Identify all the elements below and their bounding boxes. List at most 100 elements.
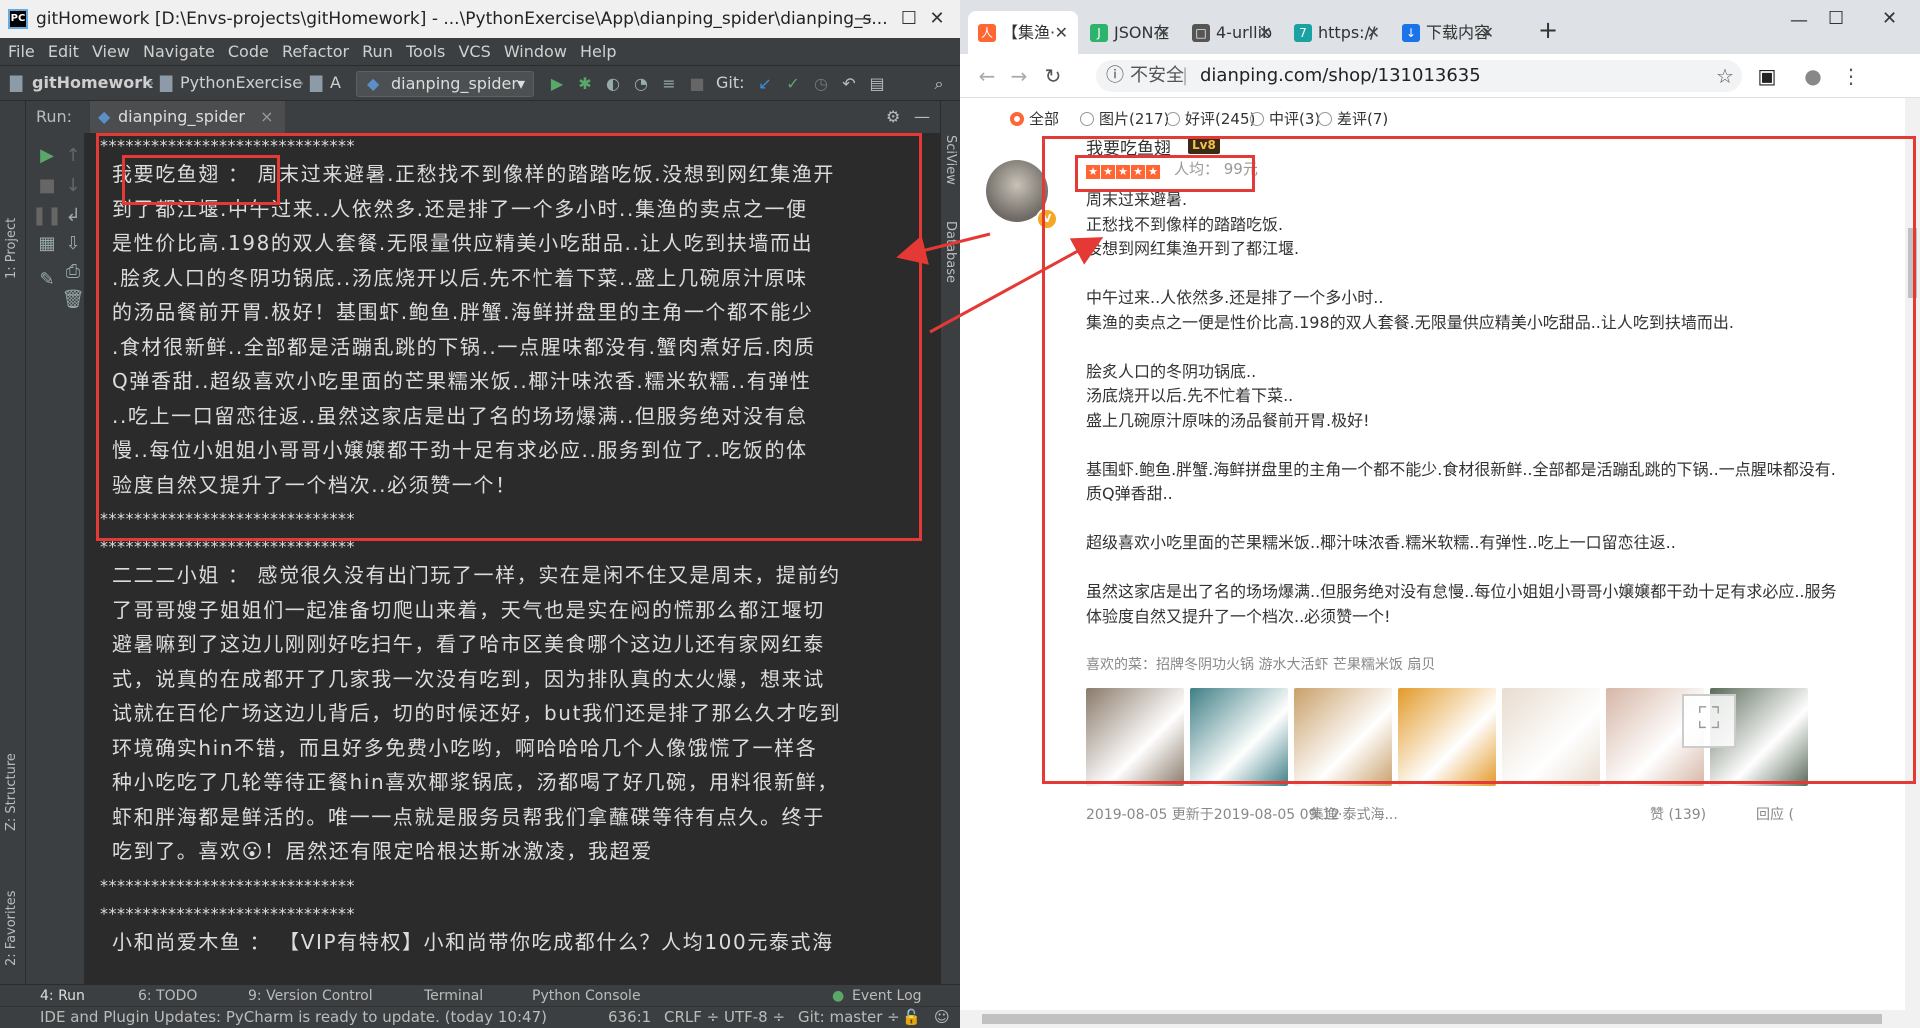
lock-icon[interactable]: 🔓 [902, 1007, 921, 1028]
menu-window[interactable]: Window [504, 38, 567, 65]
reply-button[interactable]: 回应 ( [1756, 804, 1794, 824]
rollback-icon[interactable]: ↶ [838, 73, 860, 95]
gear-icon[interactable]: ⚙ [886, 101, 900, 133]
profile-avatar-icon[interactable]: ● [1800, 64, 1826, 88]
filter-negative-label: 差评(7) [1337, 110, 1389, 128]
bottom-tab-event-log[interactable]: Event Log [852, 985, 922, 1007]
bottom-tab-run[interactable]: 4: Run [40, 985, 85, 1007]
breadcrumb-project[interactable]: gitHomework [32, 66, 153, 100]
browser-tab[interactable]: J JSON在 ✕ [1080, 11, 1180, 54]
file-encoding[interactable]: UTF-8 ÷ [724, 1007, 785, 1028]
close-icon[interactable]: ✕ [1882, 8, 1897, 29]
scrollbar-thumb[interactable] [982, 1014, 1882, 1024]
profile-icon[interactable]: ◔ [630, 73, 652, 95]
run-configuration-select[interactable]: ◆ dianping_spider ▾ [356, 71, 534, 97]
menu-view[interactable]: View [92, 38, 130, 65]
chevron-right-icon: › [298, 73, 305, 92]
folder-icon: ▇ [310, 73, 323, 92]
minimize-icon[interactable]: — [1790, 10, 1808, 31]
close-tab-icon[interactable]: ✕ [1157, 11, 1170, 54]
favorites-tool-tab[interactable]: 2: Favorites [4, 890, 19, 966]
git-update-icon[interactable]: ↙ [754, 73, 776, 95]
console-line: 避暑嘛到了这边儿刚刚好吃扫午，看了哈市区美食哪个这边儿还有家网红泰 [112, 632, 825, 656]
filter-photos[interactable]: 图片(217) [1080, 108, 1169, 129]
close-icon[interactable]: ✕ [914, 0, 960, 38]
inspector-icon[interactable]: ☺ [934, 1007, 950, 1028]
review-shop[interactable]: 集渔·泰式海... [1310, 804, 1398, 824]
hide-panel-icon[interactable]: — [914, 101, 930, 133]
filter-negative[interactable]: 差评(7) [1318, 108, 1388, 129]
extension-icon[interactable]: ▣ [1754, 64, 1780, 88]
close-tab-icon[interactable]: ✕ [1481, 11, 1494, 54]
close-tab-icon[interactable]: ✕ [1055, 11, 1068, 54]
menu-help[interactable]: Help [580, 38, 616, 65]
favicon-icon: J [1090, 24, 1108, 42]
filter-neutral[interactable]: 中评(3) [1250, 108, 1320, 129]
bottom-tab-python-console[interactable]: Python Console [532, 985, 641, 1007]
stop-icon[interactable]: ■ [686, 73, 708, 95]
breadcrumb-folder[interactable]: PythonExercise [180, 66, 302, 100]
address-bar[interactable]: ⓘ 不安全 | dianping.com/shop/131013635 [1096, 60, 1742, 92]
bottom-tab-todo[interactable]: 6: TODO [138, 985, 197, 1007]
like-button[interactable]: 赞 (139) [1650, 804, 1706, 824]
breadcrumb-app[interactable]: A [330, 66, 341, 100]
browser-tab[interactable]: □ 4-urllib ✕ [1182, 11, 1282, 54]
reload-icon[interactable]: ↻ [1040, 64, 1066, 88]
sciview-tool-tab[interactable]: SciView [943, 135, 958, 185]
run-icon[interactable]: ▶ [546, 73, 568, 95]
minimize-icon[interactable]: — [840, 0, 886, 38]
navigation-bar: ▇ gitHomework › ▇ PythonExercise › ▇ A ◆… [0, 65, 960, 101]
debug-icon[interactable]: ✱ [574, 73, 596, 95]
url-text[interactable]: dianping.com/shop/131013635 [1200, 60, 1481, 92]
menu-navigate[interactable]: Navigate [143, 38, 215, 65]
bookmark-star-icon[interactable]: ☆ [1712, 64, 1738, 88]
project-tool-tab[interactable]: 1: Project [4, 218, 19, 279]
status-message[interactable]: IDE and Plugin Updates: PyCharm is ready… [40, 1007, 547, 1028]
forward-icon[interactable]: → [1006, 64, 1032, 88]
settings-icon[interactable]: ▤ [866, 73, 888, 95]
database-tool-tab[interactable]: Database [943, 221, 958, 283]
cursor-position[interactable]: 636:1 [608, 1007, 651, 1028]
back-icon[interactable]: ← [974, 64, 1000, 88]
menu-vcs[interactable]: VCS [458, 38, 490, 65]
pin-icon[interactable]: ✎ [18, 269, 76, 290]
browser-tab[interactable]: 7 https://✕ [1284, 11, 1390, 54]
run-configuration-label: dianping_spider [391, 74, 518, 93]
bottom-tab-version-control[interactable]: 9: Version Control [248, 985, 373, 1007]
concurrency-icon[interactable]: ≡ [658, 73, 680, 95]
favicon-icon: □ [1192, 24, 1210, 42]
search-icon[interactable]: ⌕ [928, 73, 950, 95]
menu-tools[interactable]: Tools [406, 38, 445, 65]
history-icon[interactable]: ◷ [810, 73, 832, 95]
info-icon[interactable]: ⓘ [1106, 60, 1124, 92]
favicon-icon: ↓ [1402, 24, 1420, 42]
filter-positive[interactable]: 好评(245) [1166, 108, 1255, 129]
close-tab-icon[interactable]: ✕ [1367, 11, 1380, 54]
coverage-icon[interactable]: ◐ [602, 73, 624, 95]
maximize-icon[interactable]: ☐ [1828, 8, 1844, 29]
git-branch[interactable]: Git: master ÷ [798, 1007, 900, 1028]
git-commit-icon[interactable]: ✓ [782, 73, 804, 95]
close-tab-icon[interactable]: ✕ [1259, 11, 1272, 54]
new-tab-icon[interactable]: + [1538, 16, 1558, 44]
horizontal-scrollbar[interactable] [960, 1010, 1920, 1028]
menu-code[interactable]: Code [228, 38, 269, 65]
radio-icon [1080, 112, 1094, 126]
bottom-tab-terminal[interactable]: Terminal [424, 985, 483, 1007]
menu-refactor[interactable]: Refactor [282, 38, 349, 65]
browser-tab[interactable]: ↓ 下载内容 ✕ [1392, 11, 1504, 54]
structure-tool-tab[interactable]: Z: Structure [4, 753, 19, 831]
console-line: 了哥哥嫂子姐姐们一起准备切爬山来着，天气也是实在闷的慌那么都江堰切 [112, 597, 825, 622]
run-tab[interactable]: ◆ dianping_spider × [90, 101, 286, 133]
ide-title-bar: PC gitHomework [D:\Envs-projects\gitHome… [0, 0, 960, 38]
tool-window-tabs: 4: Run 6: TODO 9: Version Control Termin… [0, 984, 960, 1006]
menu-file[interactable]: File [8, 38, 35, 65]
menu-edit[interactable]: Edit [48, 38, 79, 65]
browser-tab[interactable]: 人【集渔· ✕ [968, 11, 1078, 54]
chevron-down-icon: ▾ [516, 74, 525, 93]
filter-all[interactable]: 全部 [1010, 108, 1059, 129]
close-tab-icon[interactable]: × [260, 107, 273, 126]
line-separator[interactable]: CRLF ÷ [664, 1007, 719, 1028]
menu-dots-icon[interactable]: ⋮ [1838, 64, 1864, 88]
menu-run[interactable]: Run [362, 38, 393, 65]
